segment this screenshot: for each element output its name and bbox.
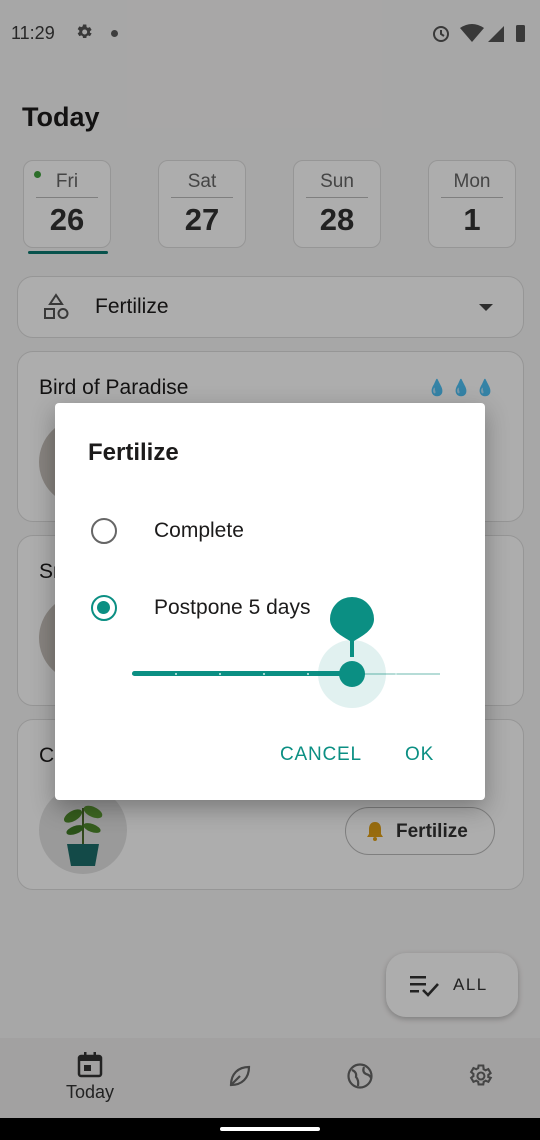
radio-complete[interactable] xyxy=(91,518,117,544)
fertilize-dialog: Fertilize Complete Postpone 5 days 5 CAN… xyxy=(55,403,485,800)
dialog-title: Fertilize xyxy=(88,439,179,466)
ok-button[interactable]: OK xyxy=(405,744,434,766)
slider-tick xyxy=(263,673,265,675)
gesture-bar xyxy=(0,1118,540,1140)
slider-tick xyxy=(307,673,309,675)
home-handle[interactable] xyxy=(220,1127,320,1131)
slider-tick xyxy=(395,673,397,675)
slider-value-bubble: 5 xyxy=(330,597,401,657)
slider-tick xyxy=(175,673,177,675)
slider-tick xyxy=(219,673,221,675)
postpone-days-slider[interactable]: 5 xyxy=(132,597,442,708)
slider-value-label: 5 xyxy=(391,605,401,624)
cancel-button[interactable]: CANCEL xyxy=(280,744,362,766)
slider-thumb[interactable] xyxy=(339,661,365,687)
radio-postpone[interactable] xyxy=(91,595,117,621)
option-label-complete[interactable]: Complete xyxy=(154,519,244,543)
